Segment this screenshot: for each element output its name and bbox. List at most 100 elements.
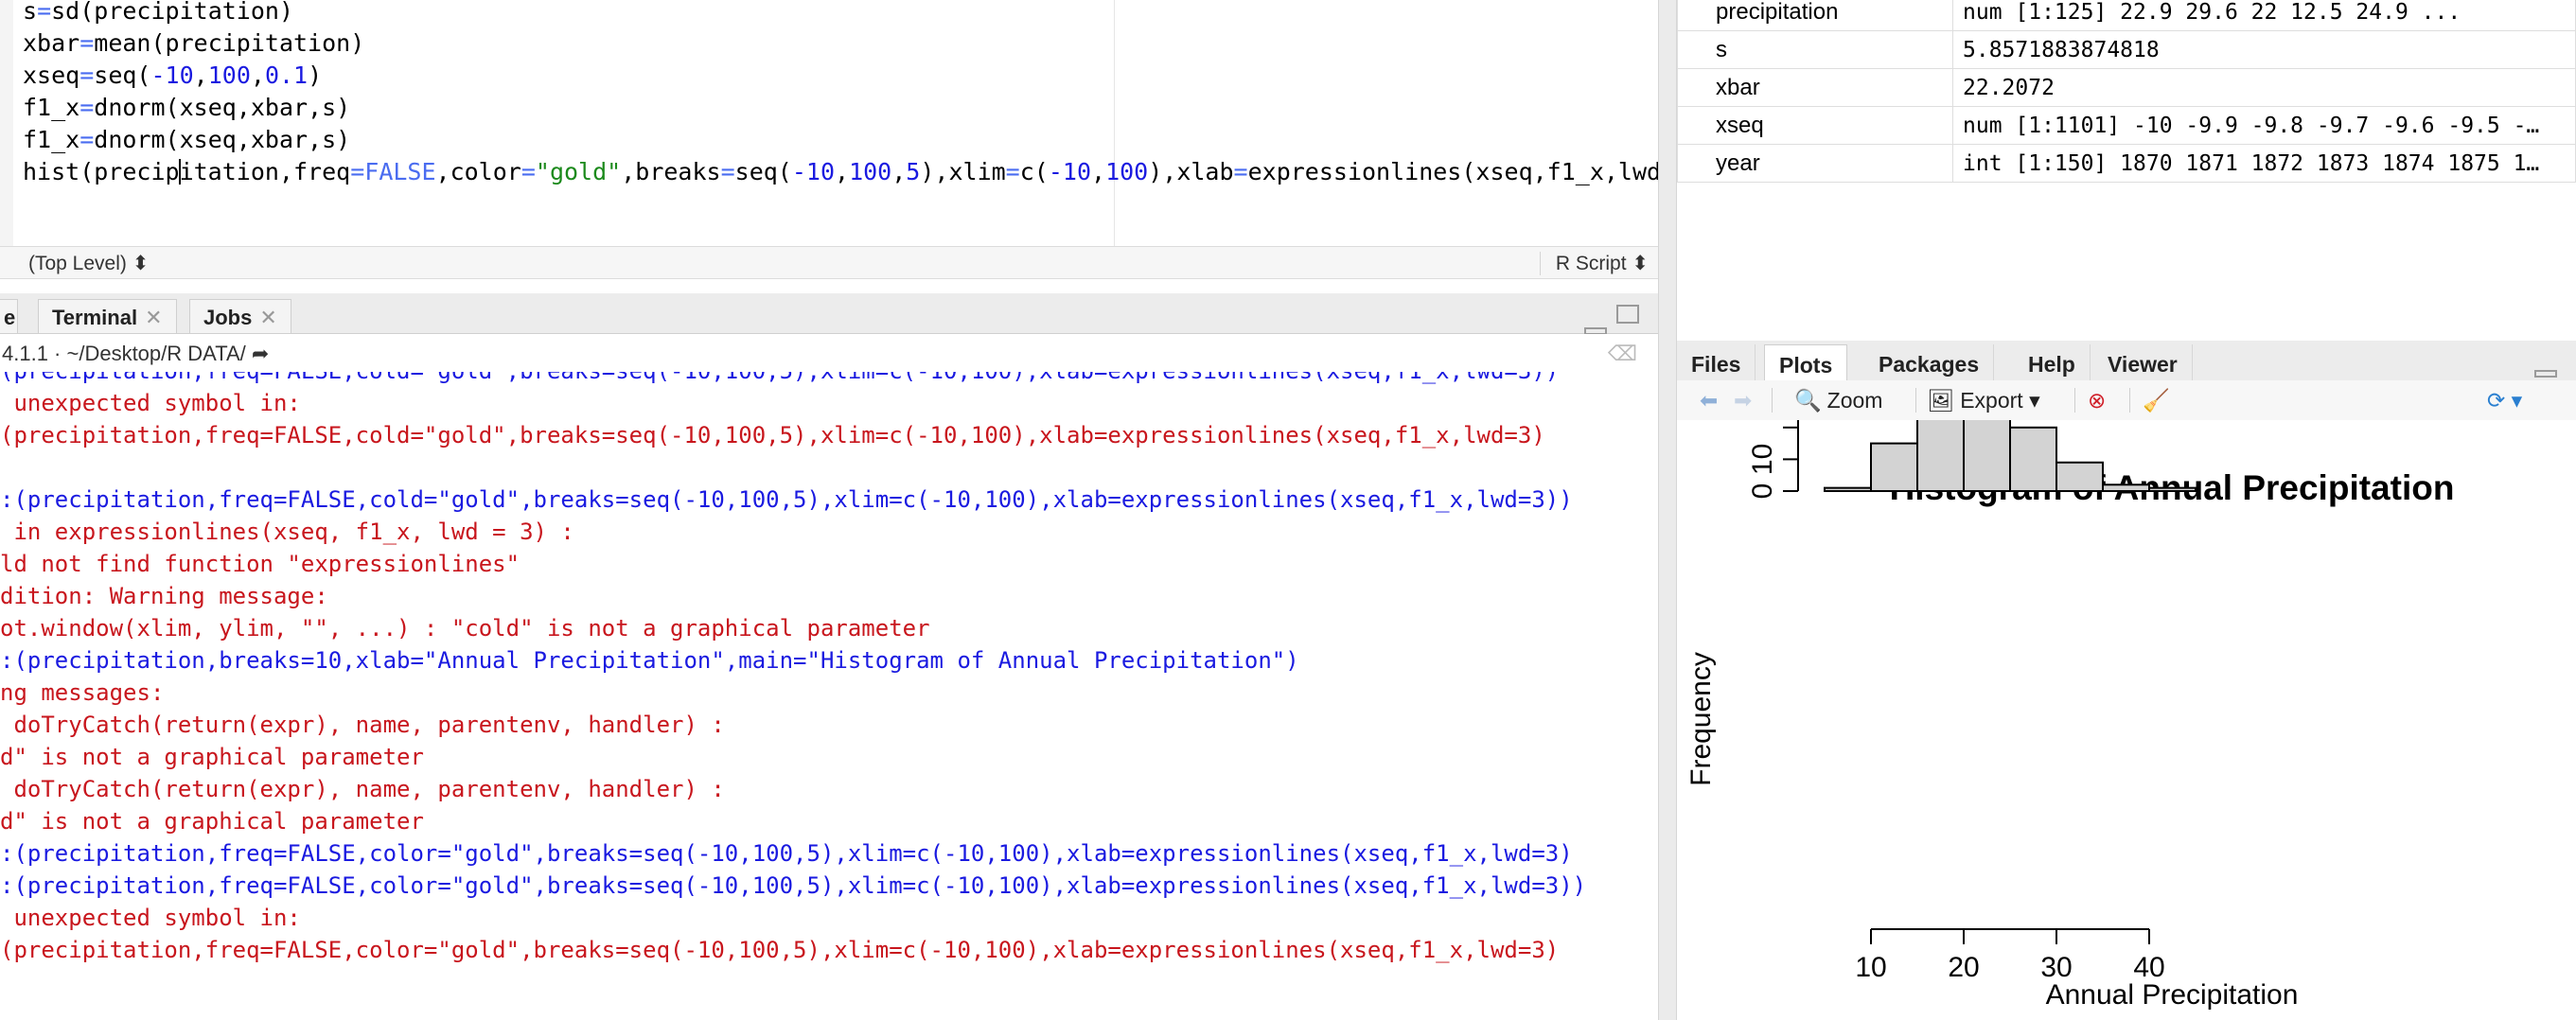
code-token: = (520, 158, 536, 185)
tab-console[interactable]: e (0, 299, 18, 333)
code-token: 100 (207, 62, 251, 89)
back-arrow-icon[interactable]: ⬅ (1700, 388, 1718, 413)
x-tick-label: 10 (1855, 952, 1886, 983)
code-line[interactable]: xbar=mean(precipitation) (23, 27, 1658, 60)
code-token: -10 (1048, 158, 1091, 185)
variable-value: 5.8571883874818 (1952, 30, 2576, 69)
scope-selector[interactable]: (Top Level) ⬍ (28, 252, 149, 275)
variable-name: xseq (1677, 106, 1953, 145)
tab-packages-label: Packages (1879, 352, 1980, 377)
histogram-bar (2056, 461, 2104, 492)
console-input-line: :(precipitation,freq=FALSE,cold="gold",b… (0, 486, 1573, 513)
code-token: = (1005, 158, 1020, 185)
variable-name: precipitation (1677, 0, 1953, 31)
zoom-label: Zoom (1826, 388, 1883, 413)
code-line[interactable]: hist(precipitation,freq=FALSE,color="gol… (23, 156, 1658, 188)
tab-packages[interactable]: Packages (1864, 344, 1995, 380)
code-token: = (79, 29, 95, 57)
code-line[interactable]: s=sd(precipitation) (23, 0, 1658, 27)
tab-viewer[interactable]: Viewer (2093, 344, 2193, 380)
code-token: = (37, 0, 52, 25)
code-token: -10 (791, 158, 836, 185)
code-token: 0.1 (264, 62, 309, 89)
plot-area: Histogram of Annual Precipitation Annual… (1677, 420, 2576, 1020)
console-error-line: (precipitation,freq=FALSE,color="gold",b… (0, 937, 1560, 963)
x-tick-label: 30 (2040, 952, 2072, 983)
code-token: c( (1019, 158, 1049, 185)
histogram-bar (2009, 426, 2057, 492)
console-error-line: doTryCatch(return(expr), name, parentenv… (0, 712, 725, 738)
console-input-line: :(precipitation,breaks=10,xlab="Annual P… (0, 647, 1299, 674)
console-output[interactable]: (precipitation,freq=FALSE,cold="gold",br… (0, 372, 1658, 1020)
pane-splitter[interactable] (1658, 0, 1677, 1020)
console-tabbar: e Terminal ✕ Jobs ✕ (0, 293, 1658, 335)
tab-files-label: Files (1691, 352, 1741, 377)
close-icon[interactable]: ✕ (259, 306, 276, 329)
clear-console-icon[interactable]: ⌫ (1608, 342, 1637, 366)
tab-plots-label: Plots (1779, 353, 1833, 378)
console-error-line: d" is not a graphical parameter (0, 808, 424, 835)
magnifier-icon: 🔍 (1794, 388, 1822, 413)
environment-row[interactable]: year int [1:150] 1870 1871 1872 1873 1874… (1677, 144, 2576, 183)
histogram-chart: Histogram of Annual Precipitation Annual… (1685, 420, 2454, 1011)
code-token: = (79, 126, 95, 153)
code-token: , (250, 62, 265, 89)
tab-jobs[interactable]: Jobs ✕ (189, 299, 291, 333)
editor-gutter (0, 0, 13, 246)
tab-plots[interactable]: Plots (1764, 344, 1848, 380)
editor-status-bar: (Top Level) ⬍ R Script ⬍ (0, 246, 1658, 279)
code-token: , (193, 62, 208, 89)
code-line[interactable]: f1_x=dnorm(xseq,xbar,s) (23, 92, 1658, 124)
minimize-icon[interactable] (2534, 370, 2557, 378)
export-button[interactable]: 🖼 Export ▾ (1927, 388, 2040, 413)
console-error-line: unexpected symbol in: (0, 905, 301, 931)
tab-terminal[interactable]: Terminal ✕ (38, 299, 177, 333)
file-type-selector[interactable]: R Script ⬍ (1539, 252, 1649, 275)
y-tick-label: 10 (1747, 444, 1778, 475)
clear-plots-icon[interactable]: 🧹 (2143, 388, 2170, 413)
tab-help[interactable]: Help (2014, 344, 2091, 380)
remove-plot-icon[interactable]: ⊗ (2088, 388, 2106, 413)
code-token: = (1233, 158, 1248, 185)
tab-files[interactable]: Files (1677, 344, 1756, 380)
code-token: ),xlim (920, 158, 1006, 185)
console-error-line: ng messages: (0, 679, 165, 706)
console-error-line: ot.window(xlim, ylim, "", ...) : "cold" … (0, 615, 930, 642)
maximize-icon[interactable] (1616, 305, 1639, 324)
code-line[interactable]: xseq=seq(-10,100,0.1) (23, 60, 1658, 92)
code-token: itation,freq (179, 158, 351, 185)
code-token: mean(precipitation) (94, 29, 365, 57)
y-axis: 01030 (1747, 420, 1799, 499)
code-token: , (835, 158, 850, 185)
x-tick-label: 40 (2133, 952, 2164, 983)
code-token: xseq (23, 62, 80, 89)
tab-viewer-label: Viewer (2108, 352, 2178, 377)
tab-console-label: e (4, 306, 16, 329)
tab-terminal-label: Terminal (52, 306, 138, 329)
files-pane-tabbar: Files Plots Packages Help Viewer (1677, 341, 2576, 381)
console-error-line: d" is not a graphical parameter (0, 744, 424, 770)
close-icon[interactable]: ✕ (145, 306, 162, 329)
code-token: 100 (1105, 158, 1149, 185)
histogram-bar (1824, 486, 1872, 492)
code-token: -10 (150, 62, 194, 89)
source-editor[interactable]: s=sd(precipitation) xbar=mean(precipitati… (0, 0, 1658, 246)
forward-arrow-icon[interactable]: ➡ (1734, 388, 1752, 413)
environment-row[interactable]: xseq num [1:1101] -10 -9.9 -9.8 -9.7 -9.6… (1677, 106, 2576, 145)
code-token: f1_x (23, 94, 80, 121)
code-token: = (79, 94, 95, 121)
code-token: ,color (435, 158, 521, 185)
environment-row[interactable]: precipitation num [1:125] 22.9 29.6 22 12… (1677, 0, 2576, 31)
console-input-line: (precipitation,freq=FALSE,cold="gold",br… (0, 372, 1586, 387)
code-line[interactable]: f1_x=dnorm(xseq,xbar,s) (23, 124, 1658, 156)
publish-icon[interactable]: ⟳ ▾ (2487, 388, 2522, 413)
x-axis: 10 20 30 40 (1855, 928, 2165, 983)
editor-code[interactable]: s=sd(precipitation) xbar=mean(precipitati… (23, 0, 1658, 188)
working-directory[interactable]: 4.1.1 · ~/Desktop/R DATA/ ➦ (2, 342, 269, 366)
console-blank-line: . (0, 451, 1586, 484)
environment-row[interactable]: xbar 22.2072 (1677, 68, 2576, 107)
environment-row[interactable]: s 5.8571883874818 (1677, 30, 2576, 69)
zoom-button[interactable]: 🔍 Zoom (1794, 388, 1882, 413)
x-tick-label: 20 (1948, 952, 1979, 983)
window-controls (1575, 305, 1639, 335)
